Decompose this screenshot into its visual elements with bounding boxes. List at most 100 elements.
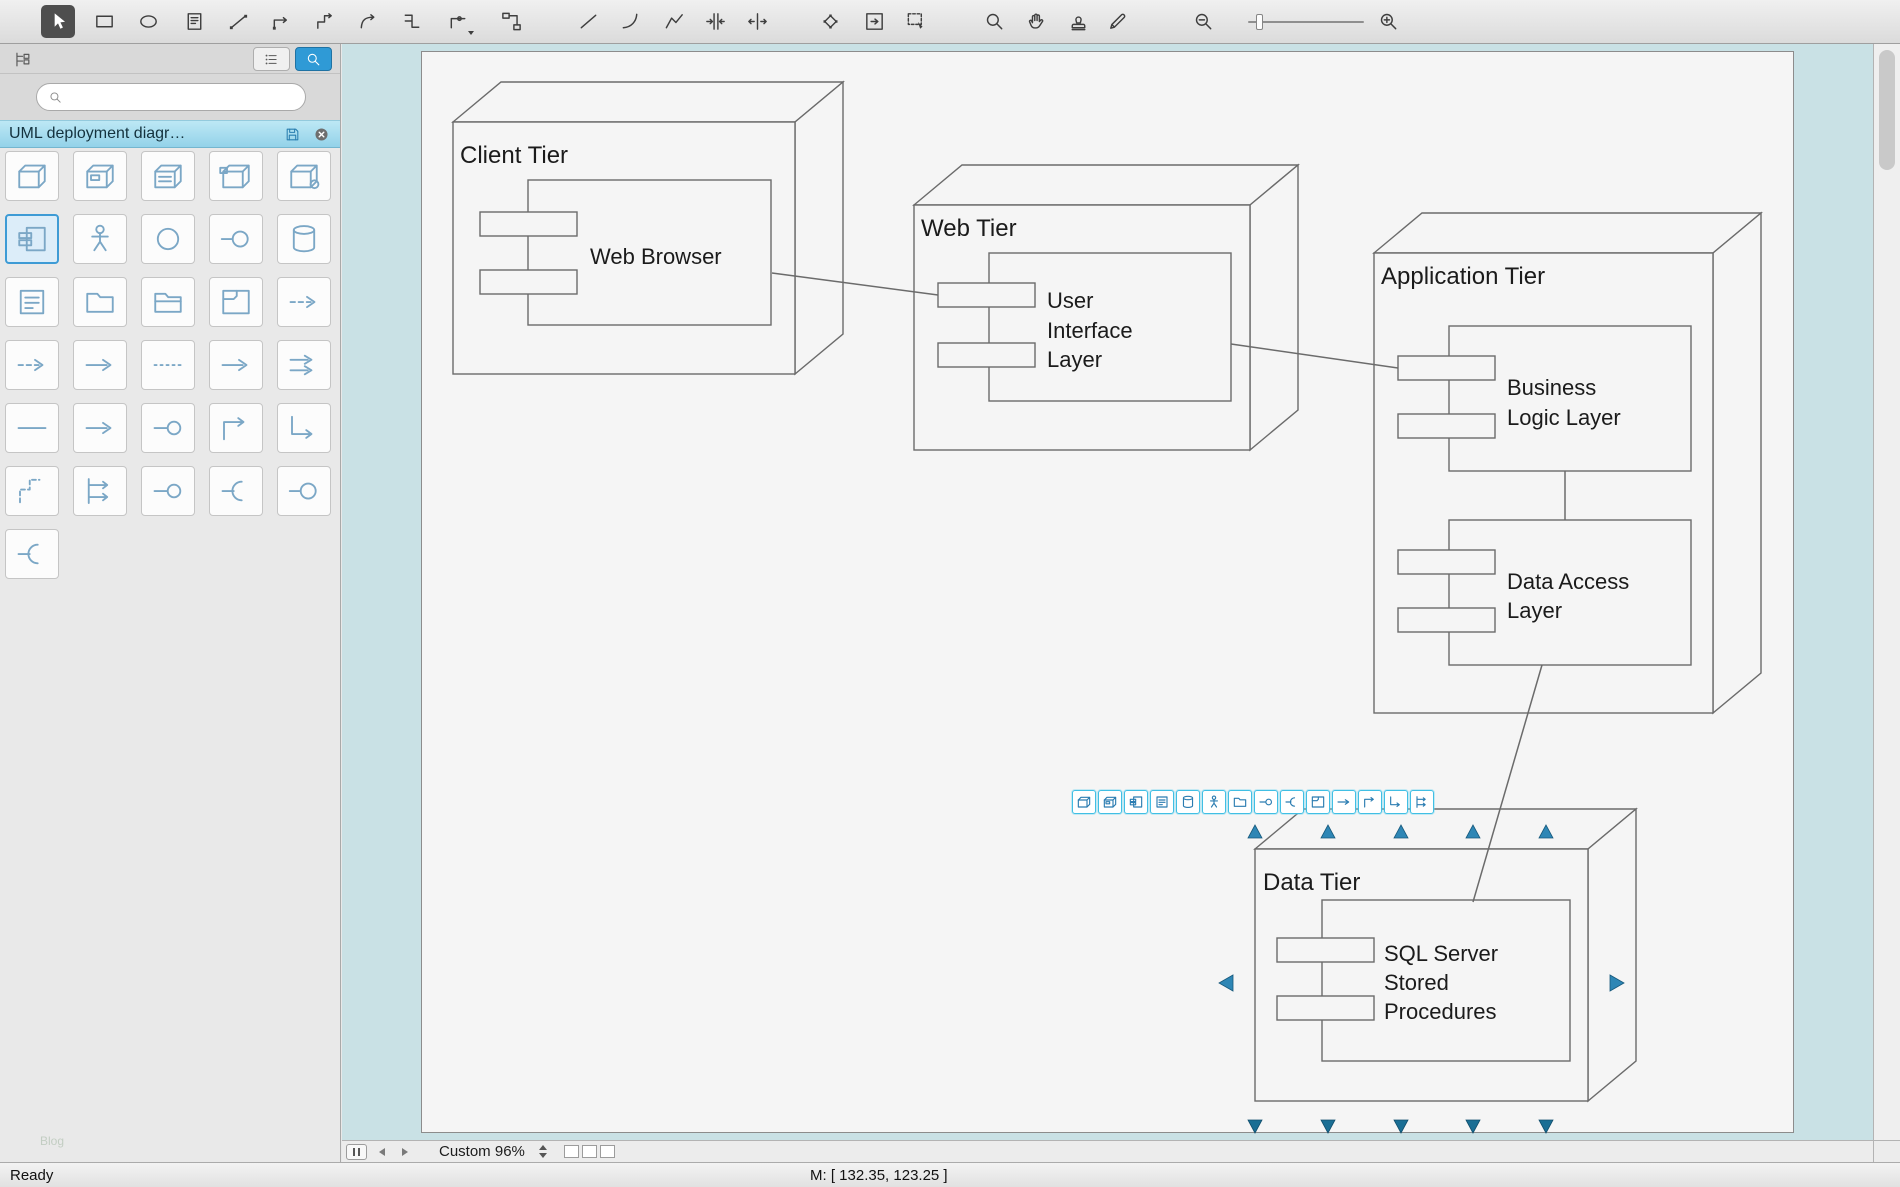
shape-socket[interactable] <box>5 529 59 579</box>
shape-navigable-association[interactable] <box>209 340 263 390</box>
shape-actor[interactable] <box>73 214 127 264</box>
save-library-button[interactable] <box>282 124 302 144</box>
shape-node-stereotype[interactable] <box>141 151 195 201</box>
shape-dependency-alt[interactable] <box>5 340 59 390</box>
vertical-scrollbar-thumb[interactable] <box>1879 50 1895 170</box>
zoom-slider[interactable] <box>1248 0 1364 44</box>
node-client-tier[interactable]: Client Tier Web Browser <box>453 82 843 374</box>
quick-node-instance-button[interactable] <box>1098 790 1122 814</box>
ellipse-tool-button[interactable] <box>131 5 165 38</box>
shape-package-alt[interactable] <box>141 277 195 327</box>
quick-frame-button[interactable] <box>1306 790 1330 814</box>
vertical-scrollbar[interactable] <box>1873 44 1900 1140</box>
search-view-button[interactable] <box>295 47 332 71</box>
zoom-slider-thumb[interactable] <box>1256 14 1263 30</box>
zoom-out-tool-button[interactable] <box>1186 5 1220 38</box>
text-tool-button[interactable] <box>177 5 211 38</box>
zoom-slider-track[interactable] <box>1248 21 1364 23</box>
quick-provided-interface-button[interactable] <box>1254 790 1278 814</box>
page-thumbnails[interactable] <box>564 1145 615 1158</box>
shape-association[interactable] <box>5 403 59 453</box>
expand-handle-down[interactable] <box>1321 1120 1335 1133</box>
close-library-button[interactable] <box>311 124 331 144</box>
shape-use-case[interactable] <box>141 214 195 264</box>
list-view-button[interactable] <box>253 47 290 71</box>
draw-arc-tool-button[interactable] <box>613 5 647 38</box>
select-tool-button[interactable] <box>41 5 75 38</box>
shape-node-with-tab[interactable] <box>209 151 263 201</box>
connector-smart-tool-button[interactable] <box>441 5 475 38</box>
zoom-level-label[interactable]: Custom 96% <box>439 1143 525 1160</box>
quick-database-button[interactable] <box>1176 790 1200 814</box>
shape-component[interactable] <box>5 214 59 264</box>
library-tree-button[interactable] <box>8 47 36 71</box>
quick-tree-connector-button[interactable] <box>1410 790 1434 814</box>
quick-actor-button[interactable] <box>1202 790 1226 814</box>
connector-line-tool-button[interactable] <box>221 5 255 38</box>
shape-interface-link[interactable] <box>277 466 331 516</box>
expand-handle-up[interactable] <box>1248 825 1262 838</box>
expand-handle-down[interactable] <box>1248 1120 1262 1133</box>
shape-provided-interface[interactable] <box>141 403 195 453</box>
connector-elbow-tool-button[interactable] <box>264 5 298 38</box>
expand-handle-down[interactable] <box>1394 1120 1408 1133</box>
expand-handle-left[interactable] <box>1219 975 1233 991</box>
connector-curve-tool-button[interactable] <box>351 5 385 38</box>
quick-elbow-connector-button[interactable] <box>1358 790 1382 814</box>
connector-elbow-double-tool-button[interactable] <box>308 5 342 38</box>
shape-elbow-connector-alt[interactable] <box>277 403 331 453</box>
horizontal-scrollbar[interactable] <box>615 1141 1873 1162</box>
shape-node[interactable] <box>5 151 59 201</box>
pencil-tool-button[interactable] <box>1100 5 1134 38</box>
quick-component-button[interactable] <box>1124 790 1148 814</box>
connector-tree-tool-button[interactable] <box>395 5 429 38</box>
stamp-tool-button[interactable] <box>1061 5 1095 38</box>
expand-handle-down[interactable] <box>1539 1120 1553 1133</box>
quick-node-button[interactable] <box>1072 790 1096 814</box>
scroll-right-button[interactable] <box>397 1144 413 1160</box>
expand-handle-down[interactable] <box>1466 1120 1480 1133</box>
search-input[interactable] <box>70 87 293 107</box>
draw-polyline-tool-button[interactable] <box>657 5 691 38</box>
shape-elbow-connector[interactable] <box>209 403 263 453</box>
quick-arrow-button[interactable] <box>1332 790 1356 814</box>
shape-database[interactable] <box>277 214 331 264</box>
shape-dependency[interactable] <box>277 277 331 327</box>
shape-package[interactable] <box>73 277 127 327</box>
split-shapes-tool-button[interactable] <box>740 5 774 38</box>
shape-node-with-badge[interactable] <box>277 151 331 201</box>
node-application-tier[interactable]: Application Tier Business Logic Layer Da… <box>1374 213 1761 713</box>
quick-package-button[interactable] <box>1228 790 1252 814</box>
pan-tool-button[interactable] <box>1019 5 1053 38</box>
draw-line-tool-button[interactable] <box>571 5 605 38</box>
quick-note-button[interactable] <box>1150 790 1174 814</box>
shape-directed-association[interactable] <box>73 340 127 390</box>
join-shapes-tool-button[interactable] <box>698 5 732 38</box>
node-web-tier[interactable]: Web Tier User Interface Layer <box>914 165 1298 450</box>
connector-network-tool-button[interactable] <box>494 5 528 38</box>
shape-frame[interactable] <box>209 277 263 327</box>
zoom-tool-button[interactable] <box>977 5 1011 38</box>
zoom-in-tool-button[interactable] <box>1371 5 1405 38</box>
shape-node-instance[interactable] <box>73 151 127 201</box>
layout-tool-button[interactable] <box>857 5 891 38</box>
quick-elbow-connector-alt-button[interactable] <box>1384 790 1408 814</box>
node-data-tier[interactable]: Data Tier SQL Server Stored Procedures <box>1255 809 1636 1101</box>
shape-note[interactable] <box>5 277 59 327</box>
reshape-tool-button[interactable] <box>813 5 847 38</box>
rectangle-tool-button[interactable] <box>87 5 121 38</box>
shape-lollipop-interface[interactable] <box>141 466 195 516</box>
zoom-stepper[interactable] <box>536 1143 551 1161</box>
shape-tree-connector[interactable] <box>73 466 127 516</box>
pane-splitter-button[interactable] <box>346 1144 367 1160</box>
shape-interface[interactable] <box>209 214 263 264</box>
shape-dotted-link[interactable] <box>141 340 195 390</box>
select-area-tool-button[interactable] <box>899 5 933 38</box>
shape-bidirectional-dependency[interactable] <box>277 340 331 390</box>
shape-dashed-elbow[interactable] <box>5 466 59 516</box>
shape-association-arrow[interactable] <box>73 403 127 453</box>
quick-required-interface-button[interactable] <box>1280 790 1304 814</box>
shape-search-field[interactable] <box>36 83 306 111</box>
drawing-page[interactable]: Client Tier Web Browser Web Tier <box>421 51 1794 1133</box>
scroll-left-button[interactable] <box>374 1144 390 1160</box>
